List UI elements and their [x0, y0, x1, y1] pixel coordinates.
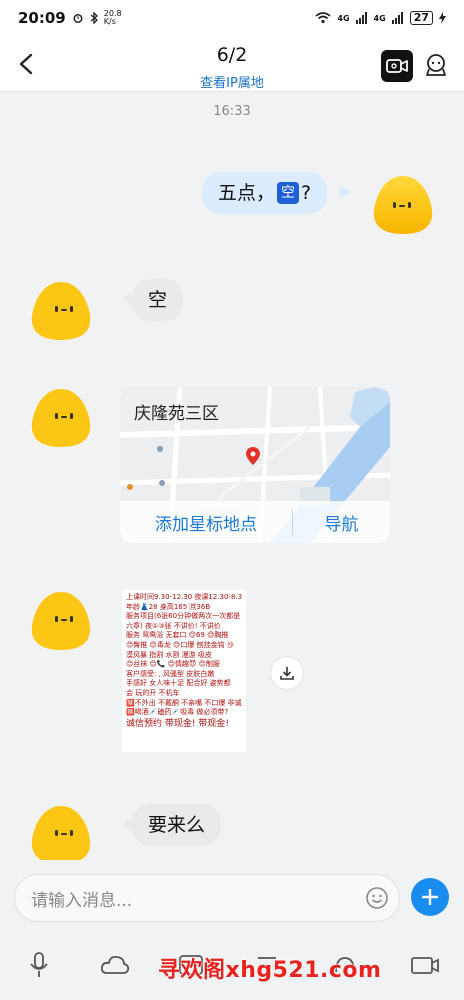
- map-pin-icon: [246, 447, 260, 465]
- profile-button[interactable]: [420, 50, 452, 82]
- cloud-icon: [100, 955, 130, 974]
- alarm-icon: [73, 14, 83, 23]
- incoming-message-bubble[interactable]: 要来么: [132, 804, 222, 846]
- gif-tool[interactable]: [410, 950, 440, 980]
- contact-avatar[interactable]: [28, 802, 94, 868]
- input-placeholder: 请输入消息...: [31, 890, 133, 911]
- status-left: 20:09 20.8 K/s: [18, 9, 122, 27]
- yellow-blob-avatar: [373, 176, 433, 234]
- yellow-blob-avatar: [31, 282, 91, 340]
- watermark-text: 寻欢阁xhg521.com: [158, 958, 382, 983]
- image-text-line: 🈲喝酒💉磕药💉吸毒 做必须带?: [126, 708, 229, 717]
- yellow-blob-avatar: [31, 389, 91, 447]
- bubble-tail: [122, 818, 132, 832]
- message-input[interactable]: 请输入消息...: [14, 874, 400, 922]
- add-starred-place-button[interactable]: 添加星标地点: [120, 510, 292, 535]
- signal-bars-icon: [355, 12, 367, 24]
- video-call-button[interactable]: [381, 50, 413, 82]
- download-icon: [280, 667, 294, 680]
- image-text-line: 六章) 夜①③张 不讲价! 不讲价: [126, 621, 221, 630]
- yellow-blob-avatar: [31, 806, 91, 864]
- message-text: ?: [301, 182, 312, 204]
- signal-bars-icon: [391, 12, 403, 24]
- image-text-line: 诚信预约 带现金! 带现金!: [126, 718, 229, 729]
- download-button[interactable]: [271, 657, 303, 689]
- contact-avatar[interactable]: [28, 385, 94, 451]
- video-call-icon: [386, 59, 408, 73]
- contact-avatar[interactable]: [28, 588, 94, 654]
- wifi-icon: [315, 12, 331, 24]
- bubble-tail: [122, 292, 132, 306]
- smiley-icon[interactable]: [365, 886, 389, 910]
- contact-avatar[interactable]: [28, 278, 94, 344]
- voice-tool[interactable]: [24, 950, 54, 980]
- time-divider: 16:33: [213, 104, 251, 119]
- yellow-blob-avatar: [31, 592, 91, 650]
- image-text-line: 😊丝袜 😊📞 😊情趣😈 😊制服: [126, 660, 220, 669]
- signal-label-2: 4G: [373, 13, 386, 23]
- gif-icon: [411, 957, 439, 974]
- image-text-line: 漠风暴 指割 水割 漫游 吸皮: [126, 650, 212, 659]
- net-speed: 20.8 K/s: [103, 9, 122, 26]
- profile-icon: [426, 54, 446, 76]
- battery-indicator: 27: [409, 11, 433, 25]
- image-text-line: 客户感受: , 风骚型 皮肤白嫩: [126, 669, 215, 678]
- message-text: 空: [148, 289, 168, 311]
- message-text: 五点，: [218, 182, 276, 204]
- outgoing-message-bubble[interactable]: 五点， 空 ?: [202, 172, 328, 214]
- image-message[interactable]: 上课时间9.30-12.30 夜课12.30-8.30 年龄👗28 身高165 …: [122, 590, 246, 752]
- image-text-line: 年龄👗28 身高165 🈷36B: [126, 602, 211, 611]
- location-name: 庆隆苑三区: [134, 404, 219, 424]
- microphone-icon: [30, 952, 48, 977]
- signal-label-1: 4G: [337, 13, 350, 23]
- incoming-message-bubble[interactable]: 空: [132, 279, 184, 321]
- image-text-line: 上课时间9.30-12.30 夜课12.30-8.30: [126, 593, 242, 601]
- image-text-line: 🈲不外出 不戴酮 不亲嘴 不口爆 非诚勿扰: [126, 698, 242, 707]
- image-text-line: 😊臀推 😊毒龙 😊口爆 刨挂金钩 沙: [126, 640, 234, 649]
- bubble-tail: [340, 185, 350, 199]
- image-text-line: 服务项目(6张60分钟做两次一次都是: [126, 612, 241, 621]
- image-text-line: 服务 鸳鸯浴 无套口 😊69 😊胸推: [126, 631, 229, 640]
- add-button[interactable]: [411, 878, 449, 916]
- location-actions: 添加星标地点 导航: [120, 501, 390, 543]
- my-avatar[interactable]: [370, 172, 436, 238]
- status-right: 4G 4G 27: [315, 11, 446, 25]
- empty-emoji-icon: 空: [277, 182, 300, 204]
- cloud-tool[interactable]: [100, 950, 130, 980]
- chat-header: 6/2 查看IP属地: [0, 36, 464, 92]
- image-text-line: 手感好 女人味十足 配合好 姿势都: [126, 679, 231, 688]
- plus-icon: [422, 889, 438, 905]
- location-card[interactable]: 庆隆苑三区 添加星标地点 导航: [120, 387, 390, 543]
- navigate-button[interactable]: 导航: [293, 510, 390, 535]
- image-text-line: 会 玩的开 不机车: [126, 688, 180, 697]
- status-time: 20:09: [18, 9, 66, 27]
- message-text: 要来么: [148, 814, 206, 836]
- bluetooth-icon: [90, 12, 98, 24]
- charging-icon: [439, 12, 446, 24]
- status-bar: 20:09 20.8 K/s 4G 4G 27: [0, 0, 464, 36]
